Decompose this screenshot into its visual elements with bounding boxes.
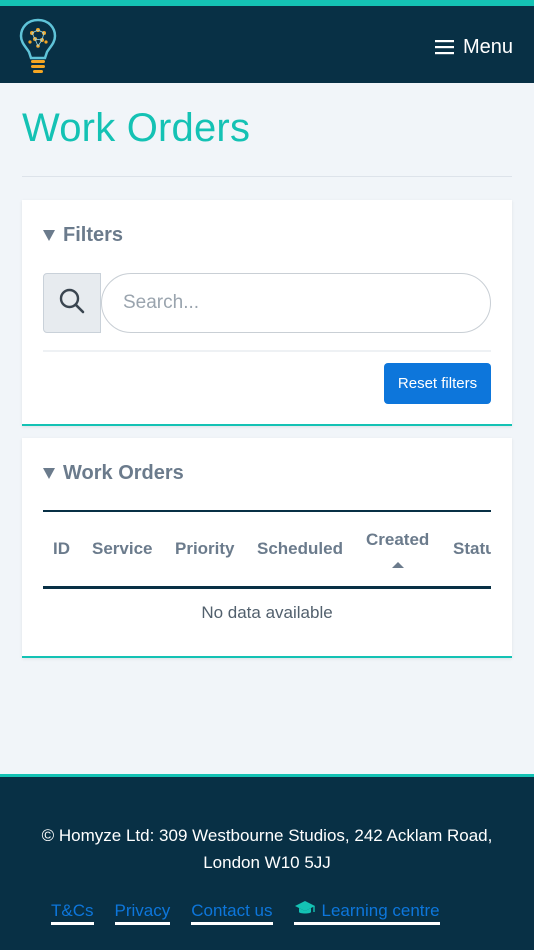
- search-icon-addon: [43, 273, 101, 333]
- footer-links: T&Cs Privacy Contact us Learning centre: [51, 900, 461, 925]
- contact-link[interactable]: Contact us: [191, 900, 273, 925]
- search-icon: [58, 287, 86, 320]
- menu-label: Menu: [462, 35, 513, 58]
- reset-filters-button[interactable]: Reset filters: [384, 363, 491, 404]
- page-footer: © Homyze Ltd: 309 Westbourne Studios, 24…: [0, 774, 534, 950]
- created-label: Created: [366, 530, 430, 549]
- hamburger-icon: [434, 39, 455, 55]
- privacy-link[interactable]: Privacy: [114, 900, 171, 925]
- sort-ascending-icon: [391, 562, 404, 568]
- filters-divider: [43, 350, 491, 352]
- column-header-id[interactable]: ID: [53, 512, 70, 586]
- column-header-priority[interactable]: Priority: [175, 512, 235, 586]
- address-line-2: London W10 5JJ: [203, 853, 331, 872]
- column-header-created[interactable]: Created: [366, 512, 429, 586]
- terms-link[interactable]: T&Cs: [51, 900, 94, 925]
- graduation-cap-icon: [294, 900, 316, 921]
- company-address: © Homyze Ltd: 309 Westbourne Studios, 24…: [0, 822, 534, 876]
- work-orders-table: ID Service Priority Scheduled Created St…: [43, 510, 491, 623]
- search-input[interactable]: [101, 273, 491, 333]
- address-line-1: © Homyze Ltd: 309 Westbourne Studios, 24…: [41, 826, 493, 845]
- caret-down-icon: [43, 468, 55, 479]
- learning-centre-label: Learning centre: [321, 900, 440, 920]
- column-header-service[interactable]: Service: [92, 512, 153, 586]
- column-header-scheduled[interactable]: Scheduled: [257, 512, 343, 586]
- work-orders-heading: Work Orders: [63, 462, 184, 484]
- column-header-status[interactable]: Statu: [453, 512, 491, 586]
- page-title: Work Orders: [22, 106, 251, 150]
- table-header-row: ID Service Priority Scheduled Created St…: [43, 512, 491, 586]
- learning-centre-link[interactable]: Learning centre: [293, 900, 440, 925]
- filters-heading: Filters: [63, 224, 124, 246]
- empty-table-message: No data available: [201, 603, 333, 622]
- caret-down-icon: [43, 230, 55, 241]
- app-header: Menu: [0, 6, 534, 83]
- menu-button[interactable]: Menu: [434, 32, 513, 62]
- filters-toggle[interactable]: Filters: [43, 224, 123, 247]
- title-divider: [22, 176, 512, 177]
- filters-panel: Filters Reset filters: [22, 200, 512, 426]
- work-orders-panel: Work Orders ID Service Priority Schedule…: [22, 438, 512, 658]
- lightbulb-logo-icon[interactable]: [18, 18, 58, 74]
- work-orders-toggle[interactable]: Work Orders: [43, 462, 184, 485]
